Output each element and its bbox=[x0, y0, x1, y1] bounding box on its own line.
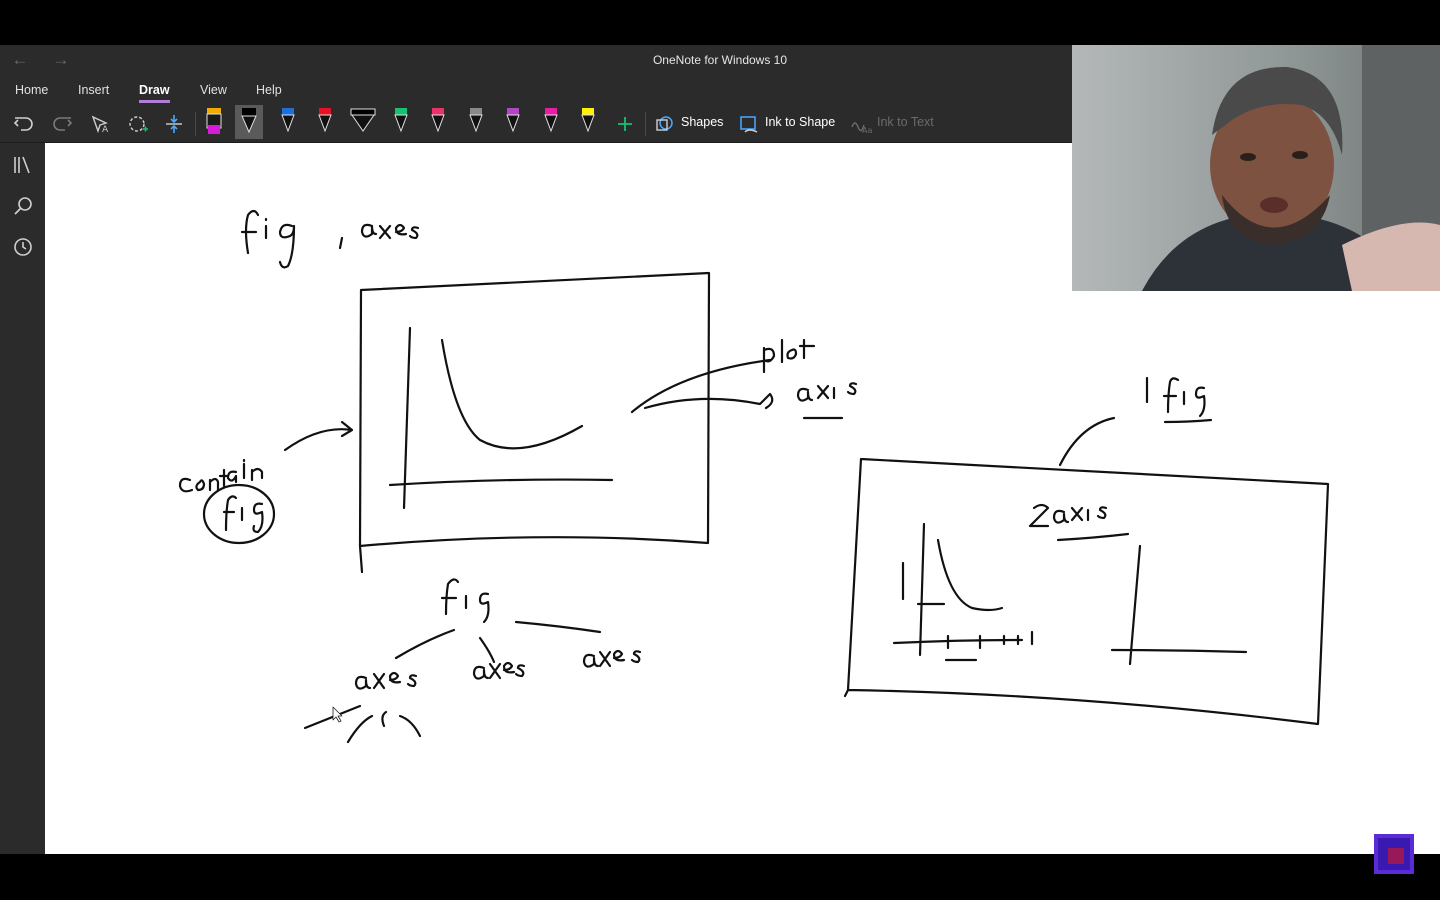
ink-connector-1fig bbox=[1058, 416, 1116, 467]
svg-text:Aa: Aa bbox=[862, 126, 872, 135]
red-pen-icon[interactable] bbox=[311, 105, 339, 139]
ink-to-shape-icon[interactable] bbox=[737, 112, 761, 136]
calligraphy-pen-icon[interactable] bbox=[349, 105, 377, 139]
tab-draw[interactable]: Draw bbox=[139, 83, 170, 97]
navigation-sidebar bbox=[0, 143, 45, 854]
ink-text-fig-circled bbox=[222, 495, 264, 534]
ink-text-axes-3 bbox=[582, 649, 642, 668]
add-pen-icon[interactable] bbox=[613, 112, 637, 136]
ink-sub-branches bbox=[303, 704, 422, 744]
ink-text-1-fig bbox=[1145, 376, 1213, 424]
ink-arrow-plot bbox=[630, 358, 772, 414]
ink-small-curve-1 bbox=[936, 538, 1004, 612]
pink-pen-icon[interactable] bbox=[424, 105, 452, 139]
toolbar-divider bbox=[645, 112, 646, 136]
recent-icon[interactable] bbox=[11, 235, 35, 259]
ink-circle-fig bbox=[202, 483, 276, 545]
svg-text:A: A bbox=[102, 125, 109, 135]
tab-view[interactable]: View bbox=[200, 83, 227, 97]
shapes-icon[interactable] bbox=[653, 112, 677, 136]
ink-small-axes-2 bbox=[1110, 544, 1248, 666]
pencil-icon[interactable] bbox=[462, 105, 490, 139]
ink-text-plot bbox=[762, 338, 816, 374]
webcam-presenter-video bbox=[1072, 45, 1440, 291]
ink-figure-rectangle-2 bbox=[843, 457, 1330, 726]
search-icon[interactable] bbox=[11, 194, 35, 218]
ink-text-axes-1 bbox=[354, 671, 418, 690]
ink-text-fig-axes bbox=[240, 209, 420, 269]
ink-to-shape-button[interactable]: Ink to Shape bbox=[765, 115, 835, 129]
undo-icon[interactable] bbox=[12, 112, 36, 136]
ink-to-text-button[interactable]: Ink to Text bbox=[877, 115, 934, 129]
toolbar-divider bbox=[195, 112, 196, 136]
tab-insert[interactable]: Insert bbox=[78, 83, 109, 97]
blue-pen-icon[interactable] bbox=[274, 105, 302, 139]
ink-decay-curve bbox=[440, 338, 584, 450]
tab-help[interactable]: Help bbox=[256, 83, 282, 97]
ink-arrow-contain bbox=[283, 420, 354, 452]
ink-axes-lines bbox=[388, 326, 614, 510]
add-space-icon[interactable] bbox=[162, 112, 186, 136]
ink-text-fig-bottom bbox=[440, 578, 490, 624]
ink-text-2axis bbox=[1028, 503, 1130, 542]
yellow-highlighter-icon[interactable] bbox=[574, 105, 602, 139]
video-letterbox-bottom bbox=[0, 854, 1440, 900]
highlighter-pen-icon[interactable] bbox=[200, 105, 228, 139]
ink-text-axis bbox=[796, 382, 858, 420]
ink-text-axes-2 bbox=[472, 661, 526, 680]
magenta-highlighter-icon[interactable] bbox=[537, 105, 565, 139]
ink-to-text-icon[interactable]: Aa bbox=[849, 112, 873, 136]
lasso-select-icon[interactable] bbox=[126, 112, 150, 136]
active-tab-underline bbox=[139, 100, 170, 103]
type-select-icon[interactable]: A bbox=[88, 112, 112, 136]
mouse-cursor-icon bbox=[332, 706, 343, 723]
ink-figure-rectangle bbox=[358, 271, 711, 574]
redo-icon[interactable] bbox=[50, 112, 74, 136]
video-letterbox-top bbox=[0, 0, 1440, 45]
draw-toolbar: A ⌄ bbox=[0, 104, 1072, 242]
black-pen-icon[interactable] bbox=[235, 105, 263, 139]
ink-small-axes-1 bbox=[892, 522, 1024, 657]
purple-pen-icon[interactable] bbox=[499, 105, 527, 139]
tab-home[interactable]: Home bbox=[15, 83, 48, 97]
ink-tree-branches bbox=[394, 620, 602, 664]
notebooks-icon[interactable] bbox=[11, 153, 35, 177]
ink-ticks bbox=[944, 630, 1034, 662]
ribbon-tabs: Home Insert Draw View Help bbox=[0, 76, 1072, 104]
channel-logo-icon bbox=[1374, 834, 1414, 874]
green-pen-icon[interactable] bbox=[387, 105, 415, 139]
shapes-button[interactable]: Shapes bbox=[681, 115, 723, 129]
